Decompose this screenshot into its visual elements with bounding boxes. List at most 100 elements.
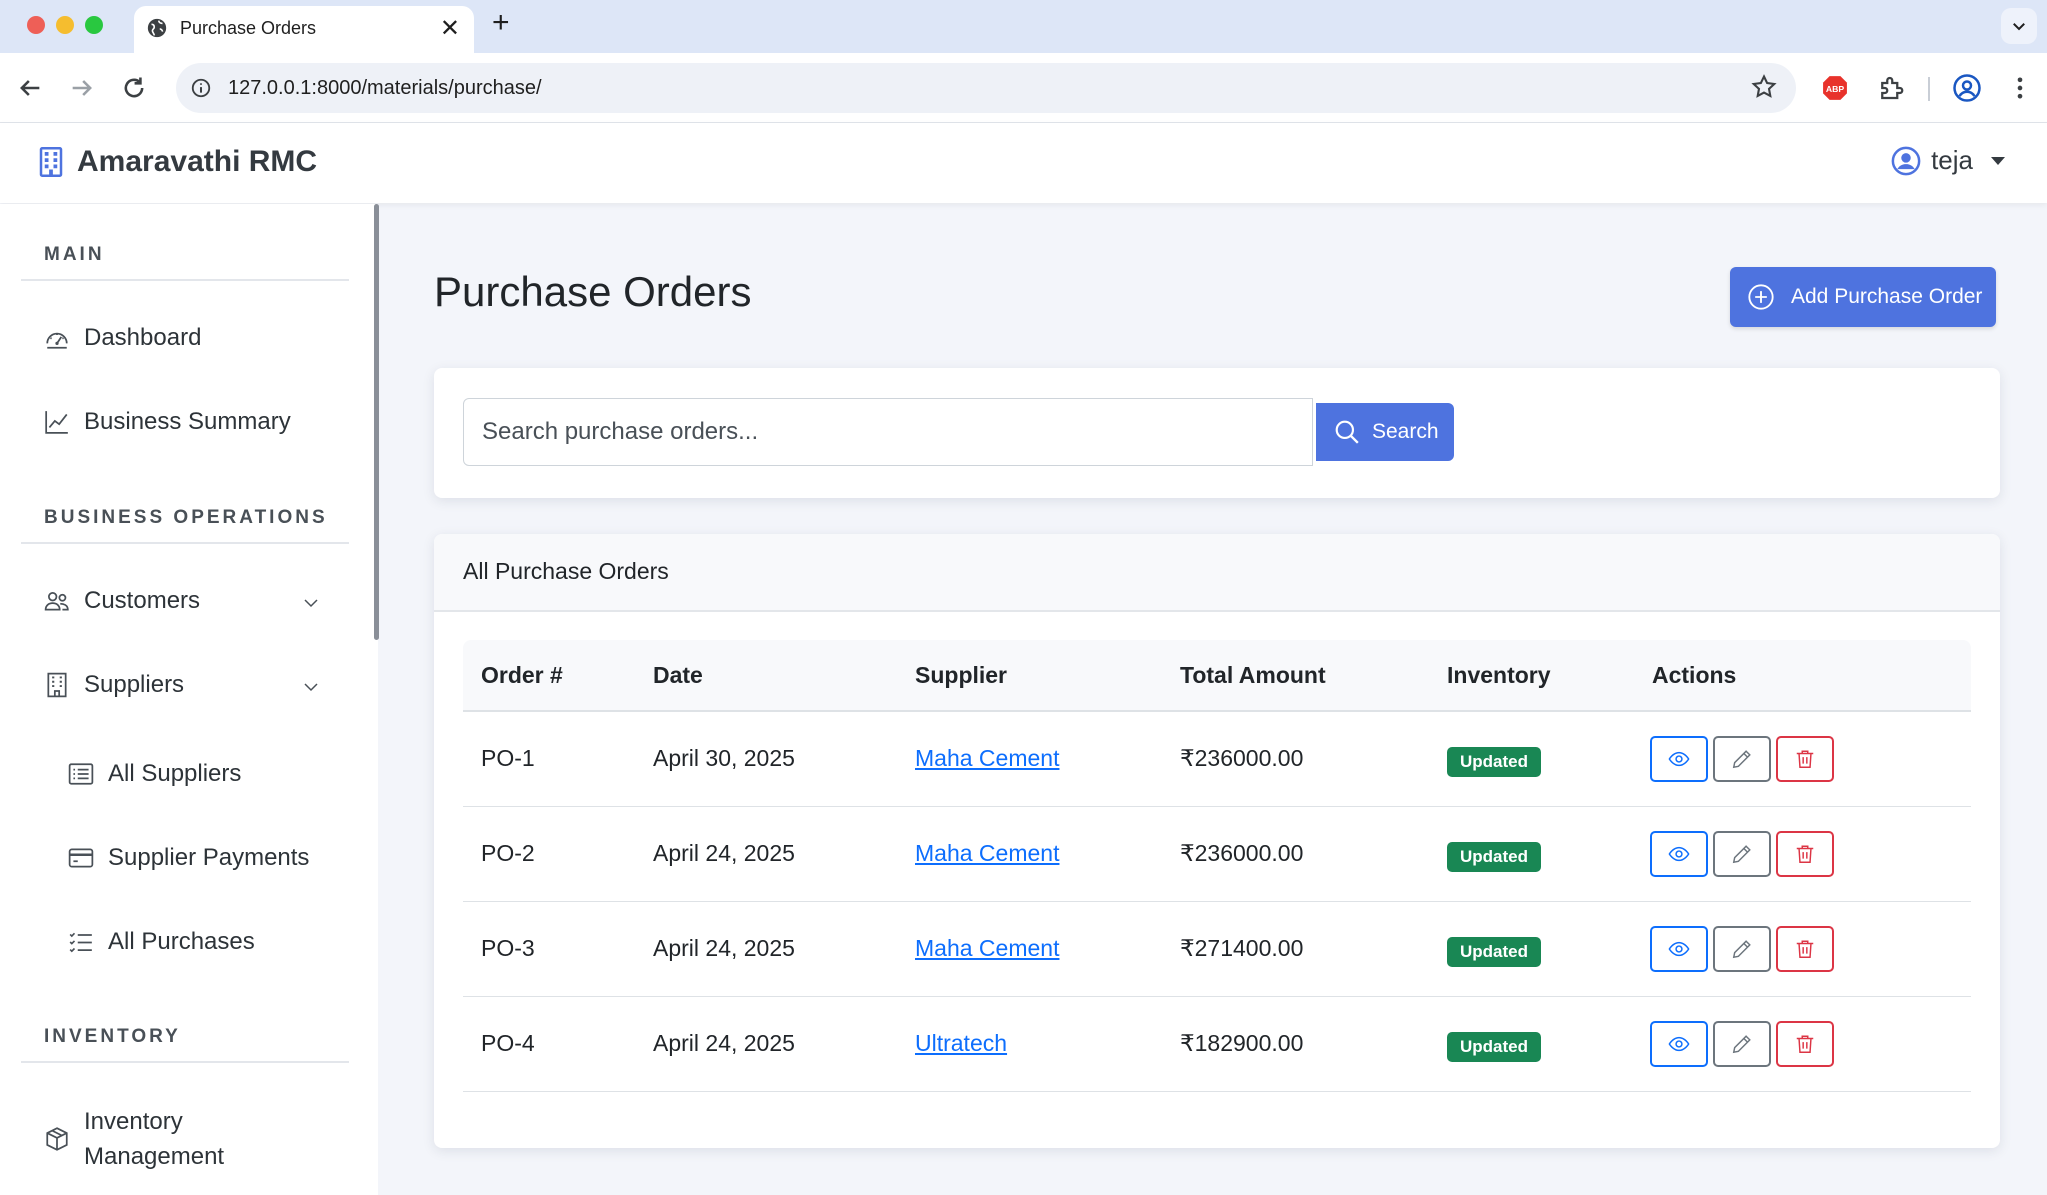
column-header-order[interactable]: Order #: [481, 662, 563, 689]
sidebar-scrollbar[interactable]: [374, 204, 379, 640]
supplier-cell: Maha Cement: [915, 745, 1059, 772]
window-close-button[interactable]: [27, 16, 45, 34]
brand-name[interactable]: Amaravathi RMC: [77, 145, 317, 179]
column-header-inventory[interactable]: Inventory: [1447, 662, 1551, 689]
sidebar-item-dashboard[interactable]: Dashboard: [44, 324, 201, 352]
sidebar-divider: [21, 1061, 349, 1063]
eye-icon: [1668, 941, 1690, 957]
window-zoom-button[interactable]: [85, 16, 103, 34]
purchase-orders-card: All Purchase Orders Order # Date Supplie…: [434, 534, 2000, 1148]
list-icon: [68, 763, 94, 785]
column-header-supplier[interactable]: Supplier: [915, 662, 1007, 689]
sidebar-item-label: Supplier Payments: [108, 844, 310, 871]
trash-icon: [1796, 750, 1814, 768]
bookmark-star-icon[interactable]: [1750, 73, 1778, 101]
sidebar-item-label-line2: Management: [84, 1143, 225, 1170]
chevron-down-icon[interactable]: [302, 678, 320, 696]
total-amount: ₹236000.00: [1180, 840, 1304, 866]
tab-title: Purchase Orders: [180, 18, 317, 38]
reload-icon[interactable]: [120, 74, 148, 102]
delete-button[interactable]: [1776, 831, 1834, 877]
search-input[interactable]: [463, 398, 1313, 466]
svg-text:ABP: ABP: [1826, 84, 1845, 94]
new-tab-button[interactable]: +: [492, 6, 510, 40]
sidebar-divider: [21, 542, 349, 544]
column-header-total-amount[interactable]: Total Amount: [1180, 662, 1326, 689]
page-title: Purchase Orders: [434, 268, 752, 315]
edit-button[interactable]: [1713, 831, 1771, 877]
search-card: Search: [434, 368, 2000, 498]
eye-icon: [1668, 846, 1690, 862]
trash-icon: [1796, 940, 1814, 958]
delete-button[interactable]: [1776, 736, 1834, 782]
site-info-icon[interactable]: [190, 77, 212, 99]
supplier-link[interactable]: Maha Cement: [915, 935, 1059, 961]
view-button[interactable]: [1650, 1021, 1708, 1067]
order-number: PO-1: [481, 745, 535, 771]
total-amount: ₹182900.00: [1180, 1030, 1304, 1056]
eye-icon: [1668, 751, 1690, 767]
sidebar-item-all-purchases[interactable]: All Purchases: [68, 928, 255, 956]
adblock-icon[interactable]: ABP: [1822, 75, 1848, 101]
add-purchase-order-button[interactable]: Add Purchase Order: [1730, 267, 1996, 327]
view-button[interactable]: [1650, 736, 1708, 782]
total-amount: ₹236000.00: [1180, 745, 1304, 771]
sidebar-item-label: Customers: [84, 587, 201, 614]
user-name: teja: [1931, 145, 1973, 175]
browser-tab-bar: Purchase Orders ✕ +: [0, 0, 2047, 53]
sidebar-section-business-operations: BUSINESS OPERATIONS: [44, 507, 328, 528]
order-date: April 24, 2025: [653, 1030, 795, 1056]
sidebar-item-all-suppliers[interactable]: All Suppliers: [68, 760, 241, 788]
column-header-date[interactable]: Date: [653, 662, 703, 689]
column-header-actions: Actions: [1652, 662, 1737, 688]
order-number: PO-3: [481, 935, 535, 961]
user-menu[interactable]: teja: [1891, 145, 2005, 176]
sidebar-item-suppliers[interactable]: Suppliers: [44, 671, 184, 699]
caret-down-icon: [1991, 156, 2005, 165]
table-row: PO-3 April 24, 2025 Maha Cement ₹271400.…: [463, 902, 1971, 997]
sidebar-item-customers[interactable]: Customers: [44, 587, 200, 615]
tab-search-button[interactable]: [2001, 8, 2037, 44]
sidebar-item-label: Inventory Management: [84, 1104, 224, 1174]
delete-button[interactable]: [1776, 926, 1834, 972]
search-button[interactable]: Search: [1316, 403, 1454, 461]
table-header: Order # Date Supplier Total Amount Inven…: [463, 640, 1971, 712]
sidebar-item-supplier-payments[interactable]: Supplier Payments: [68, 844, 309, 872]
people-icon: [44, 592, 69, 611]
edit-button[interactable]: [1713, 736, 1771, 782]
table-row: PO-1 April 30, 2025 Maha Cement ₹236000.…: [463, 712, 1971, 807]
add-purchase-order-label: Add Purchase Order: [1791, 285, 1983, 308]
edit-button[interactable]: [1713, 926, 1771, 972]
supplier-link[interactable]: Ultratech: [915, 1030, 1007, 1056]
back-arrow-icon[interactable]: [16, 74, 44, 102]
sidebar-item-business-summary[interactable]: Business Summary: [44, 408, 291, 436]
supplier-link[interactable]: Maha Cement: [915, 840, 1059, 866]
view-button[interactable]: [1650, 831, 1708, 877]
sidebar-item-label: All Suppliers: [108, 760, 242, 787]
profile-icon[interactable]: [1952, 73, 1982, 103]
sidebar-item-label-line1: Inventory: [84, 1108, 183, 1135]
tab-close-icon[interactable]: ✕: [440, 14, 460, 43]
window-minimize-button[interactable]: [56, 16, 74, 34]
supplier-cell: Ultratech: [915, 1030, 1007, 1057]
chevron-down-icon[interactable]: [302, 594, 320, 612]
forward-arrow-icon[interactable]: [68, 74, 96, 102]
order-number: PO-2: [481, 840, 535, 866]
browser-tab-active[interactable]: Purchase Orders ✕: [134, 6, 474, 53]
pencil-icon: [1732, 1035, 1751, 1054]
delete-button[interactable]: [1776, 1021, 1834, 1067]
sidebar-item-inventory-management[interactable]: Inventory Management: [44, 1104, 224, 1174]
browser-menu-icon[interactable]: [2006, 73, 2034, 103]
view-button[interactable]: [1650, 926, 1708, 972]
credit-card-icon: [68, 848, 94, 868]
order-number: PO-4: [481, 1030, 535, 1056]
sidebar-divider: [21, 279, 349, 281]
plus-circle-icon: [1748, 284, 1774, 310]
address-bar[interactable]: 127.0.0.1:8000/materials/purchase/: [176, 63, 1796, 113]
sidebar-item-label: Business Summary: [84, 408, 291, 435]
supplier-link[interactable]: Maha Cement: [915, 745, 1059, 771]
extensions-puzzle-icon[interactable]: [1876, 73, 1906, 103]
sidebar-item-label: Suppliers: [84, 671, 185, 698]
edit-button[interactable]: [1713, 1021, 1771, 1067]
trash-icon: [1796, 845, 1814, 863]
